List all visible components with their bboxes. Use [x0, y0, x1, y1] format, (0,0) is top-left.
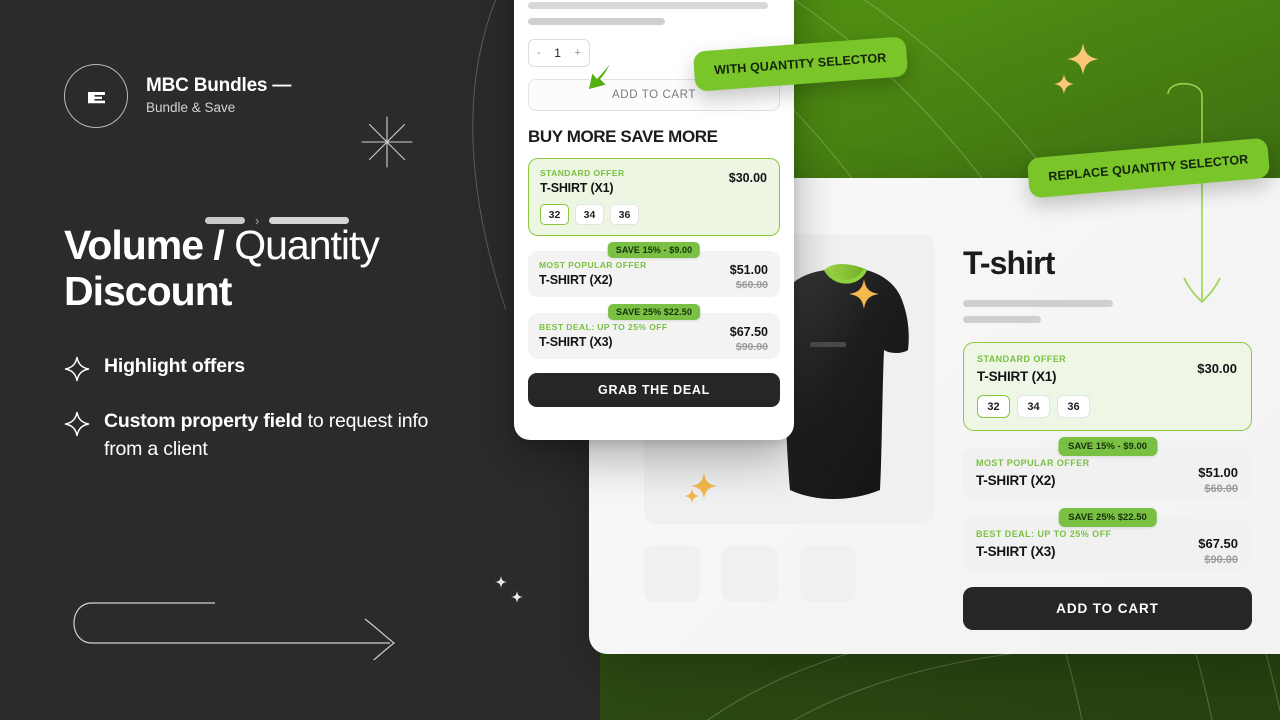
- offer-pricing: $51.00 $60.00: [1198, 465, 1238, 495]
- brand-text: MBC Bundles — Bundle & Save: [146, 75, 291, 116]
- brand-subtitle: Bundle & Save: [146, 100, 236, 116]
- offer-compare-price: $90.00: [735, 341, 768, 353]
- list-item: Highlight offers: [64, 352, 464, 382]
- mbc-monogram-icon: [88, 92, 105, 104]
- thumbnail[interactable]: [644, 546, 700, 602]
- offer-card-best-deal[interactable]: SAVE 25% $22.50 BEST DEAL: UP TO 25% OFF…: [528, 304, 780, 359]
- offer-compare-price: $90.00: [1204, 554, 1238, 566]
- list-item-bold: Custom property field: [104, 410, 303, 432]
- offer-pricing: $30.00: [729, 171, 767, 185]
- list-item-text: Highlight offers: [104, 352, 245, 380]
- placeholder-line: [528, 2, 768, 9]
- offer-pricing: $30.00: [1197, 361, 1237, 376]
- offer-card-best-deal[interactable]: SAVE 25% $22.50 BEST DEAL: UP TO 25% OFF…: [963, 508, 1252, 571]
- offer-card-standard[interactable]: STANDARD OFFER T-SHIRT (X1) $30.00 32 34…: [963, 342, 1252, 431]
- chevron-right-icon: ›: [255, 213, 260, 228]
- offer-compare-price: $60.00: [735, 279, 768, 291]
- four-point-star-icon: [1053, 73, 1075, 95]
- headline-line1-thin: Quantity: [234, 222, 380, 268]
- sparkle-outline-icon: [64, 356, 90, 382]
- offer-price: $67.50: [729, 325, 768, 339]
- size-selector: 32 34 36: [977, 395, 1238, 418]
- size-selector: 32 34 36: [540, 204, 768, 225]
- size-chip-36[interactable]: 36: [1057, 395, 1090, 418]
- headline-line1-bold: Volume /: [64, 222, 225, 268]
- list-item-text: Custom property field to request info fr…: [104, 407, 464, 464]
- breadcrumb: ›: [205, 213, 350, 228]
- offer-save-badge: SAVE 25% $22.50: [1058, 508, 1157, 527]
- breadcrumb-item-placeholder[interactable]: [205, 217, 245, 224]
- section-title: BUY MORE SAVE MORE: [528, 127, 718, 146]
- offer-save-badge: SAVE 15% - $9.00: [1057, 437, 1158, 456]
- list-item-bold: Highlight offers: [104, 355, 245, 377]
- offer-compare-price: $60.00: [1204, 483, 1238, 495]
- product-title: T-shirt: [963, 245, 1055, 281]
- size-chip-36[interactable]: 36: [610, 204, 639, 225]
- offer-price: $51.00: [1198, 465, 1238, 480]
- poster-canvas: MBC Bundles — Bundle & Save Volume / Qua…: [0, 0, 1280, 720]
- product-description-placeholder: [963, 300, 1113, 332]
- brand-title: MBC Bundles —: [146, 75, 292, 97]
- placeholder-line: [528, 18, 665, 25]
- asterisk-burst-icon: [361, 116, 413, 168]
- brand-logo-circle: [64, 64, 128, 128]
- size-chip-34[interactable]: 34: [1017, 395, 1050, 418]
- page-title: Volume / Quantity Discount: [64, 222, 464, 315]
- headline-line2: Discount: [64, 268, 232, 315]
- offer-card-most-popular[interactable]: SAVE 15% - $9.00 MOST POPULAR OFFER T-SH…: [963, 437, 1252, 500]
- offer-price: $30.00: [1197, 361, 1237, 376]
- offer-price: $30.00: [728, 171, 767, 185]
- green-down-arrow-icon: [1167, 82, 1221, 304]
- offer-pricing: $67.50 $90.00: [730, 325, 768, 353]
- placeholder-line: [963, 300, 1113, 307]
- four-point-star-icon: [849, 279, 879, 309]
- list-item: Custom property field to request info fr…: [64, 407, 464, 464]
- offer-save-badge: SAVE 15% - $9.00: [607, 242, 701, 258]
- size-chip-32[interactable]: 32: [540, 204, 569, 225]
- left-column: MBC Bundles — Bundle & Save Volume / Qua…: [0, 0, 523, 720]
- brand-lockup: MBC Bundles — Bundle & Save: [64, 64, 291, 128]
- grab-the-deal-button[interactable]: GRAB THE DEAL: [528, 373, 780, 407]
- offer-pricing: $67.50 $90.00: [1198, 536, 1238, 566]
- breadcrumb-item-placeholder[interactable]: [269, 217, 350, 224]
- offer-price: $67.50: [1198, 536, 1238, 551]
- volume-offer-list: STANDARD OFFER T-SHIRT (X1) $30.00 32 34…: [963, 342, 1252, 630]
- offer-save-badge: SAVE 25% $22.50: [608, 304, 700, 320]
- offer-card-most-popular[interactable]: SAVE 15% - $9.00 MOST POPULAR OFFER T-SH…: [528, 242, 780, 297]
- size-chip-34[interactable]: 34: [575, 204, 604, 225]
- four-point-star-icon: [1067, 43, 1099, 75]
- quantity-value: 1: [554, 46, 561, 60]
- offer-pricing: $51.00 $60.00: [730, 263, 768, 291]
- small-plus-sparkle-icon: [495, 576, 523, 603]
- green-pointer-arrow-icon: [587, 59, 613, 91]
- four-point-star-icon: [684, 488, 700, 504]
- placeholder-line: [963, 316, 1041, 323]
- feature-list: Highlight offers Custom property field t…: [64, 352, 464, 489]
- sparkle-outline-icon: [64, 411, 90, 437]
- quantity-decrement-button[interactable]: -: [537, 47, 541, 59]
- offer-card-standard[interactable]: STANDARD OFFER T-SHIRT (X1) $30.00 32 34…: [528, 158, 780, 236]
- u-turn-arrow-icon: [73, 602, 395, 660]
- add-to-cart-button[interactable]: ADD TO CART: [963, 587, 1252, 630]
- size-chip-32[interactable]: 32: [977, 395, 1010, 418]
- offer-price: $51.00: [729, 263, 768, 277]
